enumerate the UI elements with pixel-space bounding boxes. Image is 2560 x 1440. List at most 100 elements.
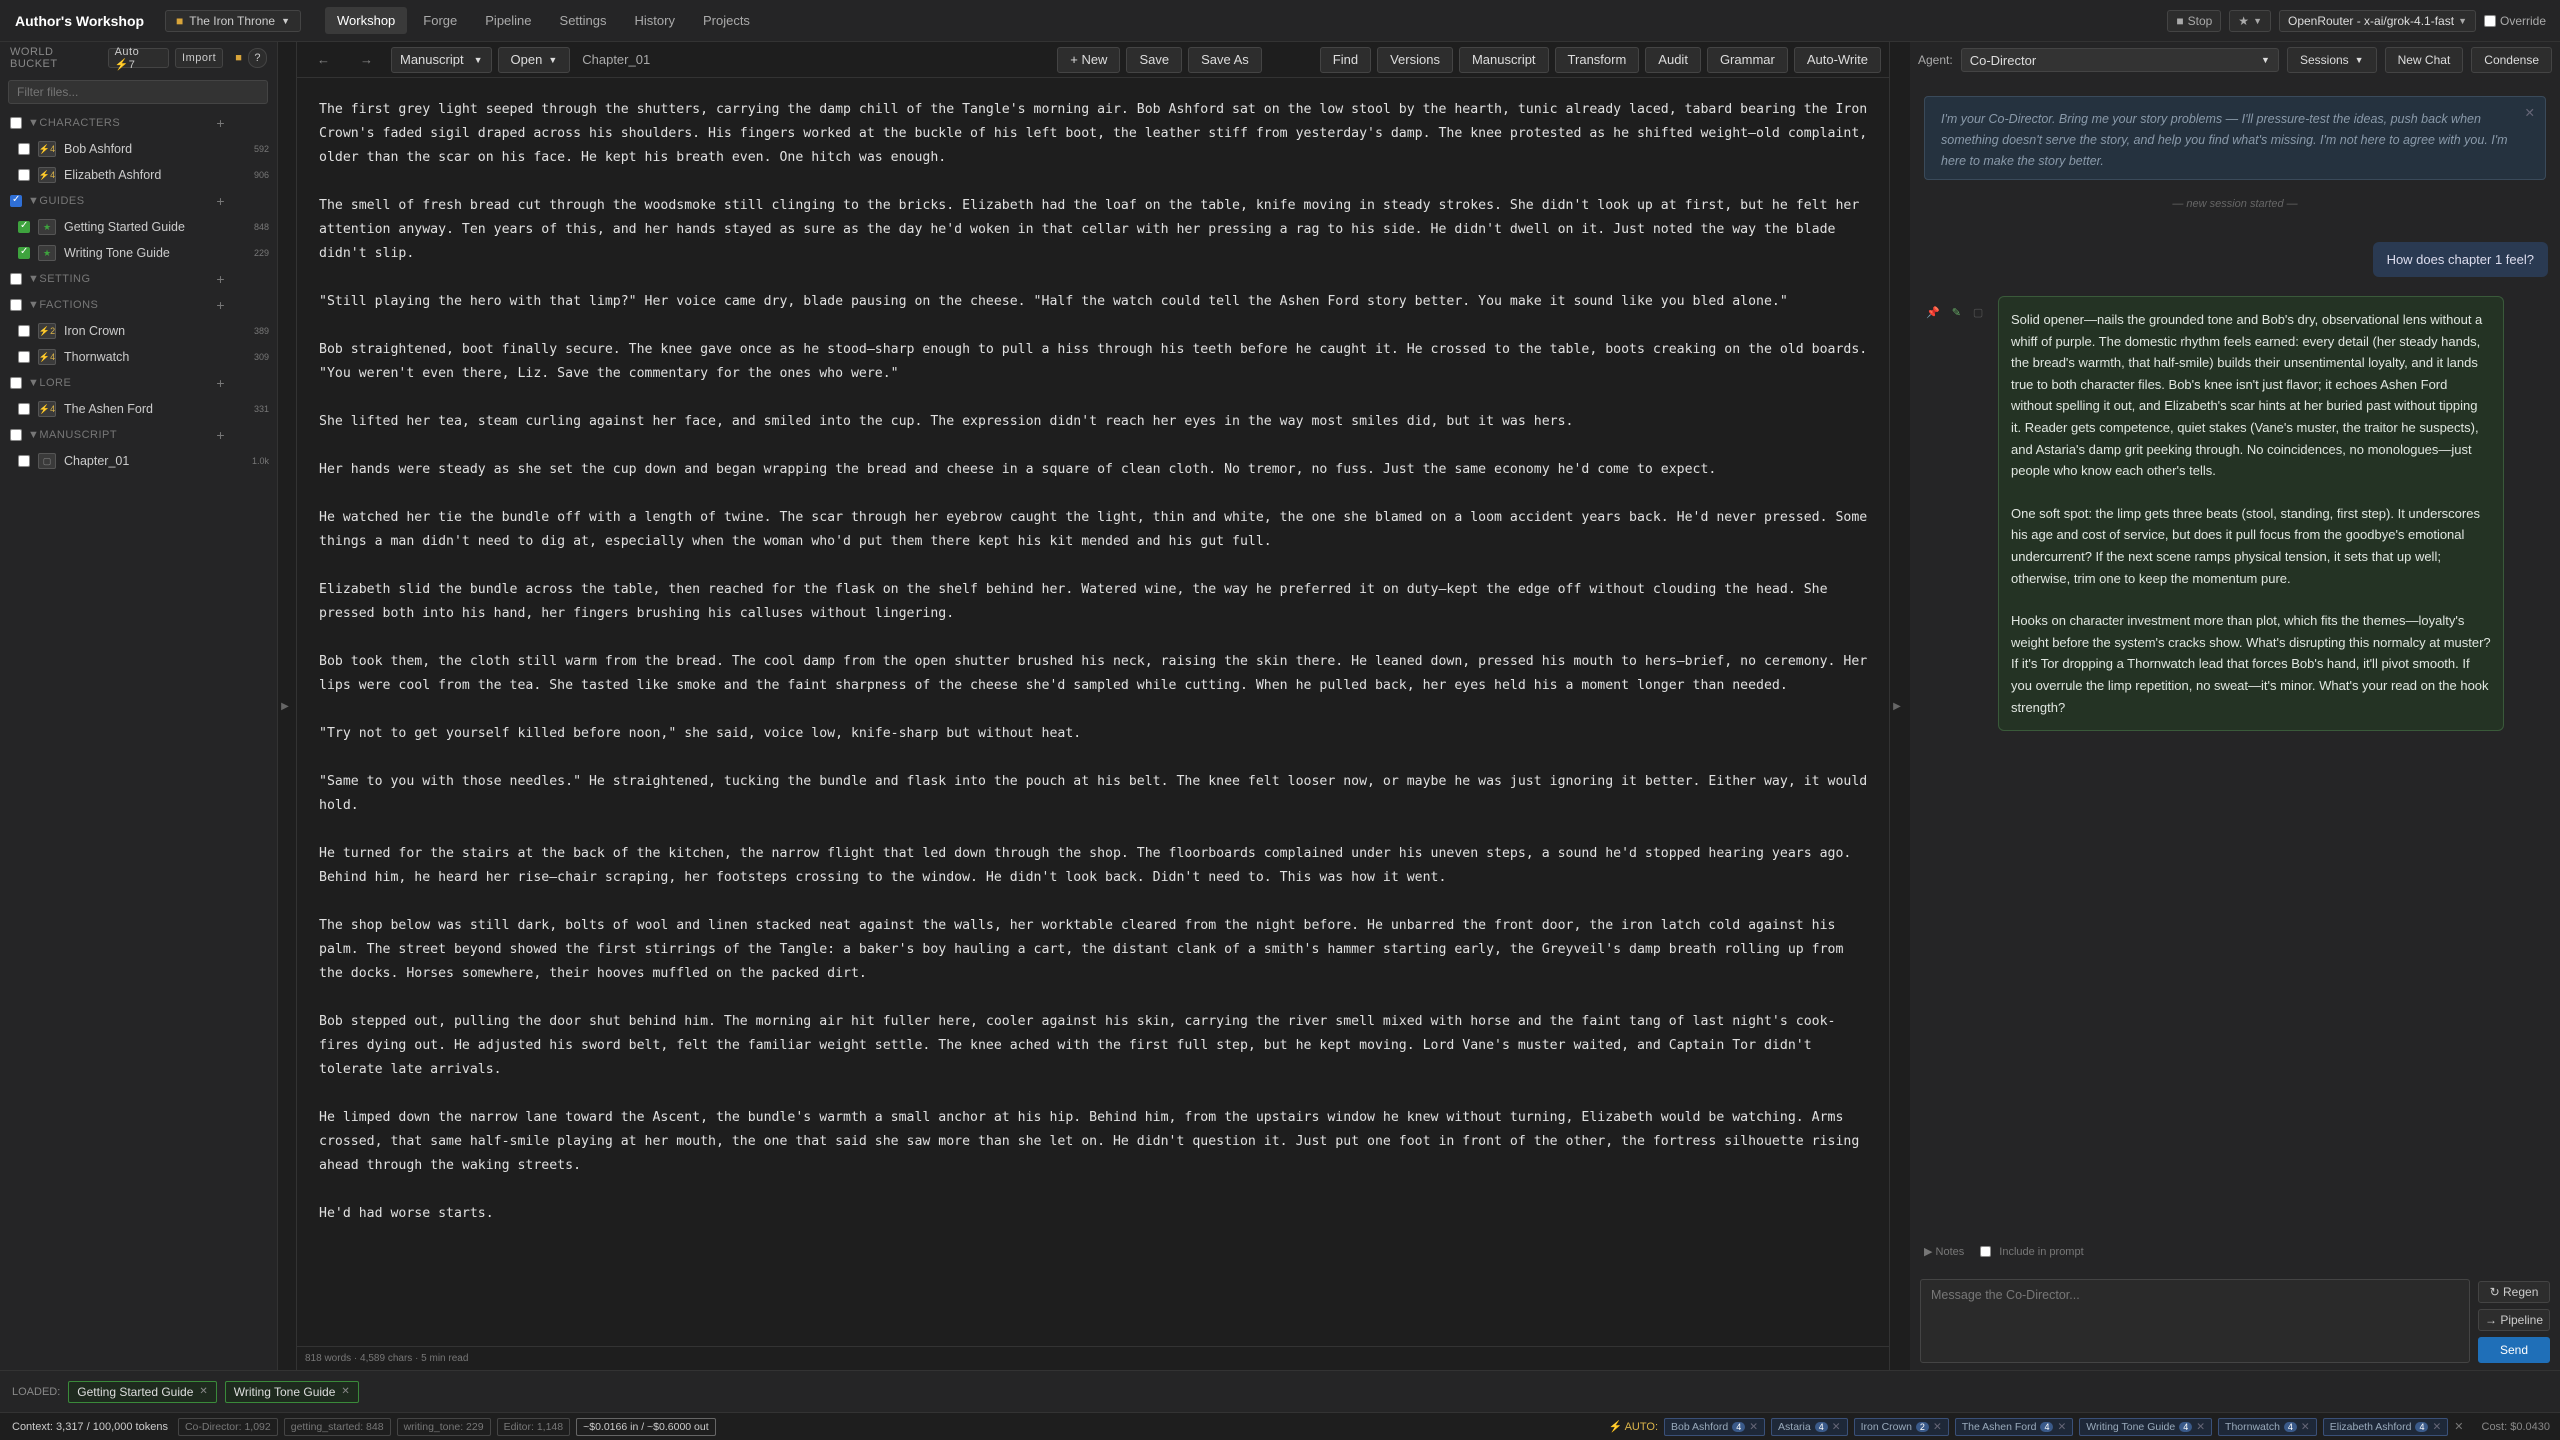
- list-item[interactable]: ⚡4 Elizabeth Ashford 906: [0, 162, 277, 188]
- category-checkbox[interactable]: [10, 377, 22, 389]
- category-manuscript[interactable]: ▼MANUSCRIPT +: [0, 422, 277, 448]
- stop-button[interactable]: ■ Stop: [2167, 9, 2222, 32]
- auto-chip[interactable]: Thornwatch 4 ✕: [2218, 1417, 2317, 1436]
- message-input[interactable]: Message the Co-Director...: [1920, 1279, 2470, 1363]
- mode-select[interactable]: Manuscript ▼: [391, 46, 492, 73]
- back-button[interactable]: ←: [305, 47, 342, 73]
- list-item[interactable]: ▢ Chapter_01 1.0k: [0, 448, 277, 474]
- add-icon[interactable]: +: [216, 427, 225, 443]
- tab-projects[interactable]: Projects: [691, 7, 762, 34]
- list-item[interactable]: ⚡4 Thornwatch 309: [0, 344, 277, 370]
- item-checkbox[interactable]: [18, 455, 30, 467]
- filter-input[interactable]: [8, 80, 268, 104]
- notes-toggle[interactable]: ▶ Notes: [1924, 1245, 1964, 1258]
- model-selector[interactable]: OpenRouter - x-ai/grok-4.1-fast ▼: [2278, 9, 2476, 32]
- category-checkbox[interactable]: [10, 273, 22, 285]
- loaded-chip[interactable]: Getting Started Guide ✕: [68, 1380, 217, 1403]
- open-button[interactable]: Open ▼: [497, 46, 571, 73]
- tab-pipeline[interactable]: Pipeline: [473, 7, 543, 34]
- add-icon[interactable]: +: [216, 271, 225, 287]
- copy-icon[interactable]: ▢: [1973, 306, 1983, 319]
- include-in-prompt-checkbox[interactable]: [1980, 1246, 1992, 1257]
- close-icon[interactable]: ✕: [1933, 1421, 1942, 1433]
- close-icon[interactable]: ✕: [1832, 1421, 1841, 1433]
- favorite-button[interactable]: ★ ▼: [2229, 9, 2271, 32]
- audit-button[interactable]: Audit: [1645, 46, 1701, 73]
- close-icon[interactable]: ✕: [2525, 103, 2535, 124]
- add-icon[interactable]: +: [216, 375, 225, 391]
- category-checkbox[interactable]: [10, 299, 22, 311]
- item-checkbox[interactable]: [18, 143, 30, 155]
- grammar-button[interactable]: Grammar: [1706, 46, 1788, 73]
- versions-button[interactable]: Versions: [1377, 46, 1453, 73]
- condense-button[interactable]: Condense: [2471, 47, 2552, 73]
- left-collapse-handle[interactable]: ▶: [278, 42, 292, 1370]
- category-factions[interactable]: ▼FACTIONS +: [0, 292, 277, 318]
- transform-button[interactable]: Transform: [1554, 46, 1640, 73]
- close-icon[interactable]: ✕: [1749, 1421, 1758, 1433]
- close-icon[interactable]: ✕: [2432, 1421, 2441, 1433]
- tab-workshop[interactable]: Workshop: [325, 7, 408, 34]
- list-item[interactable]: ⚡4 The Ashen Ford 331: [0, 396, 277, 422]
- help-button[interactable]: ?: [248, 48, 267, 68]
- new-button[interactable]: + New: [1057, 46, 1121, 73]
- pipeline-button[interactable]: → Pipeline: [2478, 1309, 2550, 1331]
- override-toggle[interactable]: Override: [2483, 14, 2546, 28]
- tab-history[interactable]: History: [623, 7, 687, 34]
- auto-chip[interactable]: Bob Ashford 4 ✕: [1664, 1417, 1766, 1436]
- category-checkbox[interactable]: [10, 194, 22, 207]
- category-characters[interactable]: ▼CHARACTERS +: [0, 110, 277, 136]
- auto-button[interactable]: Auto ⚡7: [107, 46, 170, 71]
- sessions-button[interactable]: Sessions ▼: [2286, 47, 2377, 73]
- project-selector[interactable]: ■ The Iron Throne ▼: [165, 9, 301, 32]
- folder-icon[interactable]: ■: [235, 52, 242, 64]
- close-icon[interactable]: ✕: [2301, 1421, 2310, 1433]
- item-checkbox[interactable]: [18, 325, 30, 337]
- item-checkbox[interactable]: [18, 169, 30, 181]
- import-button[interactable]: Import: [175, 48, 224, 68]
- override-checkbox[interactable]: [2483, 14, 2496, 27]
- save-button[interactable]: Save: [1126, 46, 1183, 73]
- regen-button[interactable]: ↻ Regen: [2478, 1281, 2550, 1303]
- close-icon[interactable]: ✕: [2057, 1421, 2066, 1433]
- new-chat-button[interactable]: New Chat: [2384, 47, 2464, 73]
- find-button[interactable]: Find: [1319, 46, 1372, 73]
- item-checkbox[interactable]: [18, 246, 30, 259]
- category-guides[interactable]: ▼GUIDES +: [0, 188, 277, 214]
- tab-settings[interactable]: Settings: [548, 7, 619, 34]
- category-checkbox[interactable]: [10, 117, 22, 129]
- right-collapse-handle[interactable]: ▶: [1890, 42, 1904, 1370]
- edit-icon[interactable]: ✎: [1952, 306, 1961, 319]
- manuscript-button[interactable]: Manuscript: [1458, 46, 1549, 73]
- pin-icon[interactable]: 📌: [1926, 306, 1940, 319]
- save-as-button[interactable]: Save As: [1188, 46, 1262, 73]
- auto-chip[interactable]: The Ashen Ford 4 ✕: [1954, 1417, 2074, 1436]
- manuscript-text[interactable]: The first grey light seeped through the …: [319, 98, 1869, 1250]
- item-checkbox[interactable]: [18, 220, 30, 233]
- auto-write-button[interactable]: Auto-Write: [1793, 46, 1881, 73]
- auto-chip[interactable]: Astaria 4 ✕: [1771, 1417, 1848, 1436]
- auto-chip[interactable]: Iron Crown 2 ✕: [1853, 1417, 1949, 1436]
- add-icon[interactable]: +: [216, 115, 225, 131]
- close-icon[interactable]: ✕: [199, 1386, 207, 1397]
- auto-chip[interactable]: Elizabeth Ashford 4 ✕: [2322, 1417, 2449, 1436]
- category-lore[interactable]: ▼LORE +: [0, 370, 277, 396]
- clear-all-icon[interactable]: ✕: [2454, 1420, 2463, 1433]
- auto-chip[interactable]: Writing Tone Guide 4 ✕: [2079, 1417, 2213, 1436]
- agent-select[interactable]: Co-Director ▼: [1960, 48, 2279, 72]
- category-checkbox[interactable]: [10, 429, 22, 441]
- loaded-chip[interactable]: Writing Tone Guide ✕: [224, 1380, 359, 1403]
- send-button[interactable]: Send: [2478, 1337, 2550, 1363]
- close-icon[interactable]: ✕: [2196, 1421, 2205, 1433]
- item-checkbox[interactable]: [18, 403, 30, 415]
- list-item[interactable]: ★ Getting Started Guide 848: [0, 214, 277, 240]
- item-checkbox[interactable]: [18, 351, 30, 363]
- list-item[interactable]: ⚡2 Iron Crown 389: [0, 318, 277, 344]
- close-icon[interactable]: ✕: [341, 1386, 349, 1397]
- add-icon[interactable]: +: [216, 193, 225, 209]
- tab-forge[interactable]: Forge: [411, 7, 469, 34]
- category-setting[interactable]: ▼SETTING +: [0, 266, 277, 292]
- forward-button[interactable]: →: [348, 47, 385, 73]
- list-item[interactable]: ★ Writing Tone Guide 229: [0, 240, 277, 266]
- add-icon[interactable]: +: [216, 297, 225, 313]
